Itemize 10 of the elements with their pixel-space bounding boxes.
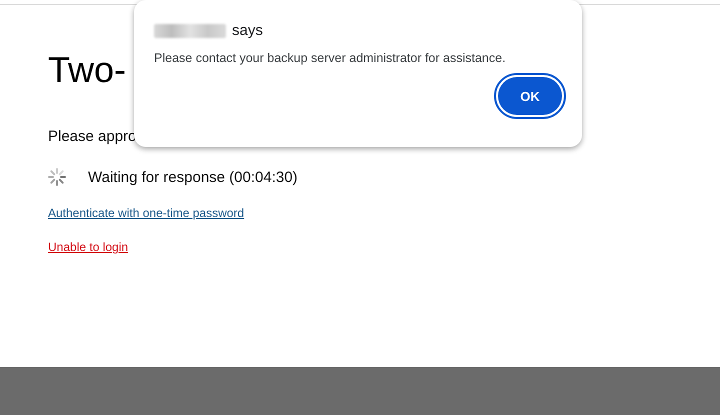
dialog-message: Please contact your backup server administrator for assistance. xyxy=(154,51,507,65)
dialog-title: says xyxy=(232,22,263,39)
blurred-site-name xyxy=(154,24,226,38)
page-heading: Two- xyxy=(48,48,126,92)
ok-button[interactable]: OK xyxy=(498,77,562,115)
status-text: Waiting for response (00:04:30) xyxy=(88,168,298,186)
unable-to-login-link[interactable]: Unable to login xyxy=(48,240,128,254)
authenticate-link[interactable]: Authenticate with one-time password xyxy=(48,206,244,220)
instruction-text: Please appro xyxy=(48,128,136,145)
loading-spinner-icon xyxy=(48,168,66,186)
